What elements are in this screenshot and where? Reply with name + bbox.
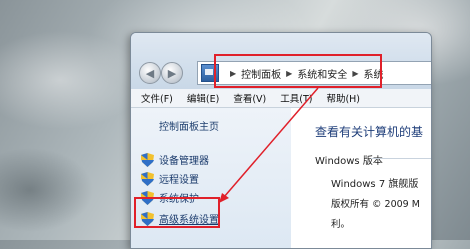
windows-edition: Windows 7 旗舰版: [331, 179, 419, 190]
task-label: 设备管理器: [159, 156, 209, 167]
back-button[interactable]: ◀: [139, 62, 161, 84]
menu-file[interactable]: 文件(F): [141, 91, 173, 105]
back-arrow-icon: ◀: [145, 66, 155, 80]
section-divider: [371, 158, 431, 159]
task-label: 远程设置: [159, 175, 199, 186]
task-remote-settings[interactable]: 远程设置: [141, 171, 199, 186]
menu-edit[interactable]: 编辑(E): [187, 91, 219, 105]
menu-tools[interactable]: 工具(T): [280, 91, 312, 105]
annotation-box-address: [214, 54, 382, 88]
menu-view[interactable]: 查看(V): [233, 91, 266, 105]
copyright-text: 版权所有 © 2009 M: [331, 199, 420, 210]
copyright-text-continued: 利。: [331, 219, 351, 230]
shield-icon: [141, 171, 154, 186]
forward-arrow-icon: ▶: [167, 66, 177, 80]
menu-help[interactable]: 帮助(H): [326, 91, 360, 105]
menu-bar: 文件(F) 编辑(E) 查看(V) 工具(T) 帮助(H): [131, 89, 431, 108]
section-title: Windows 版本: [315, 156, 383, 167]
forward-button[interactable]: ▶: [161, 62, 183, 84]
annotation-box-advanced: [134, 197, 220, 228]
task-device-manager[interactable]: 设备管理器: [141, 152, 209, 167]
control-panel-home-link[interactable]: 控制面板主页: [159, 118, 219, 133]
page-title: 查看有关计算机的基: [315, 125, 424, 139]
shield-icon: [141, 152, 154, 167]
main-content: 查看有关计算机的基 Windows 版本 Windows 7 旗舰版 版权所有 …: [291, 108, 431, 248]
